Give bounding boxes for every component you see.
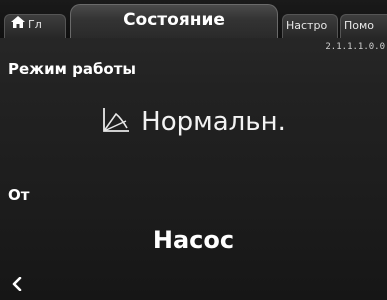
tab-bar: Гл Состояние Настро Помо bbox=[0, 0, 387, 38]
status-screen: Гл Состояние Настро Помо 2.1.1.1.0.0 Реж… bbox=[0, 0, 387, 300]
source-value: Насос bbox=[152, 226, 235, 254]
screen-id: 2.1.1.1.0.0 bbox=[325, 42, 385, 52]
back-button[interactable] bbox=[6, 274, 28, 296]
home-icon bbox=[11, 15, 25, 36]
tab-help[interactable]: Помо bbox=[340, 14, 387, 38]
source-label: От bbox=[8, 186, 30, 204]
tab-settings[interactable]: Настро bbox=[282, 14, 338, 38]
operating-mode-value: Нормальн. bbox=[0, 100, 387, 144]
operating-mode-label: Режим работы bbox=[8, 60, 136, 78]
chevron-left-icon bbox=[12, 276, 22, 295]
tab-status[interactable]: Состояние bbox=[70, 4, 278, 38]
operating-mode-text: Нормальн. bbox=[141, 107, 286, 137]
tab-home[interactable]: Гл bbox=[4, 14, 66, 38]
tab-home-label: Гл bbox=[28, 17, 42, 31]
normal-mode-curve-icon bbox=[101, 106, 131, 138]
